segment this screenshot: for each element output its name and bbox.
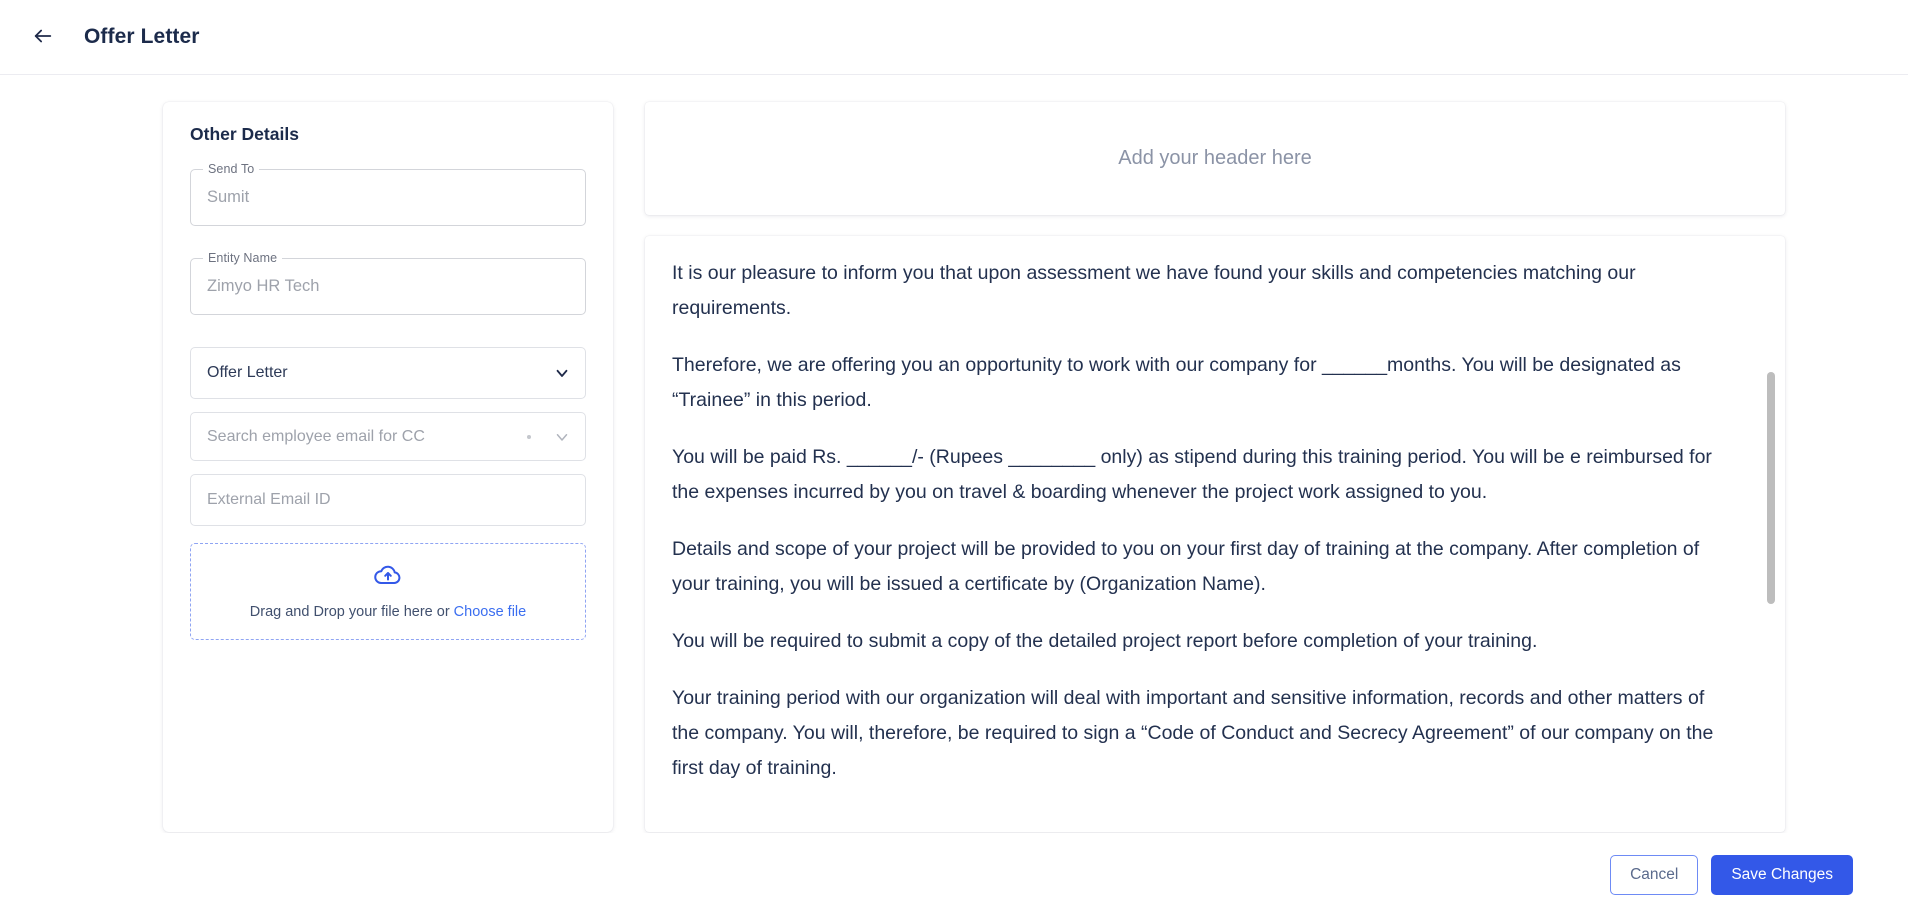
top-bar: Offer Letter [0,0,1908,75]
document-paragraph: You will be paid Rs. ______/- (Rupees __… [672,446,1712,503]
cancel-button[interactable]: Cancel [1610,855,1699,895]
other-details-card: Other Details Send To Sumit Entity Name … [163,102,613,832]
choose-file-link[interactable]: Choose file [454,604,527,620]
page-body: Other Details Send To Sumit Entity Name … [0,75,1908,917]
entity-name-field[interactable]: Entity Name Zimyo HR Tech [190,251,586,315]
footer-actions: Cancel Save Changes [0,833,1908,917]
document-header-card[interactable]: Add your header here [645,102,1785,215]
send-to-value: Sumit [207,188,250,206]
document-scrollbar[interactable] [1767,236,1775,832]
document-column: Add your header here It is our pleasure … [645,102,1785,832]
save-changes-button[interactable]: Save Changes [1711,855,1853,895]
dropzone-text: Drag and Drop your file here or Choose f… [250,604,526,620]
file-dropzone[interactable]: Drag and Drop your file here or Choose f… [190,543,586,640]
cc-search-select[interactable]: Search employee email for CC [190,412,586,461]
send-to-field[interactable]: Send To Sumit [190,162,586,226]
arrow-left-icon [32,25,54,50]
chevron-down-icon[interactable] [553,364,571,382]
entity-name-label: Entity Name [203,251,283,265]
document-type-value: Offer Letter [207,364,288,381]
page-title: Offer Letter [84,25,200,48]
entity-name-input[interactable]: Zimyo HR Tech [190,258,586,315]
document-type-select[interactable]: Offer Letter [190,347,586,399]
dropzone-instruction: Drag and Drop your file here or [249,603,454,620]
other-details-title: Other Details [190,124,299,144]
external-email-placeholder: External Email ID [207,491,331,508]
cloud-upload-icon [374,564,402,591]
cc-search-placeholder: Search employee email for CC [207,427,425,445]
document-paragraph: Your training period with our organizati… [672,687,1714,779]
scrollbar-thumb[interactable] [1767,372,1775,604]
send-to-label: Send To [203,162,260,176]
document-paragraph: It is our pleasure to inform you that up… [672,262,1636,319]
document-body-card[interactable]: It is our pleasure to inform you that up… [645,236,1785,832]
document-paragraph: Therefore, we are offering you an opport… [672,354,1681,411]
loading-dot-icon [527,434,531,439]
back-button[interactable] [28,22,58,52]
document-paragraph: Details and scope of your project will b… [672,538,1700,595]
entity-name-value: Zimyo HR Tech [207,277,320,295]
chevron-down-icon[interactable] [553,428,571,446]
document-paragraph: You will be required to submit a copy of… [672,630,1538,652]
content-area: Other Details Send To Sumit Entity Name … [0,75,1908,832]
send-to-input[interactable]: Sumit [190,169,586,226]
header-placeholder-text: Add your header here [1118,147,1312,169]
external-email-input[interactable]: External Email ID [190,474,586,526]
